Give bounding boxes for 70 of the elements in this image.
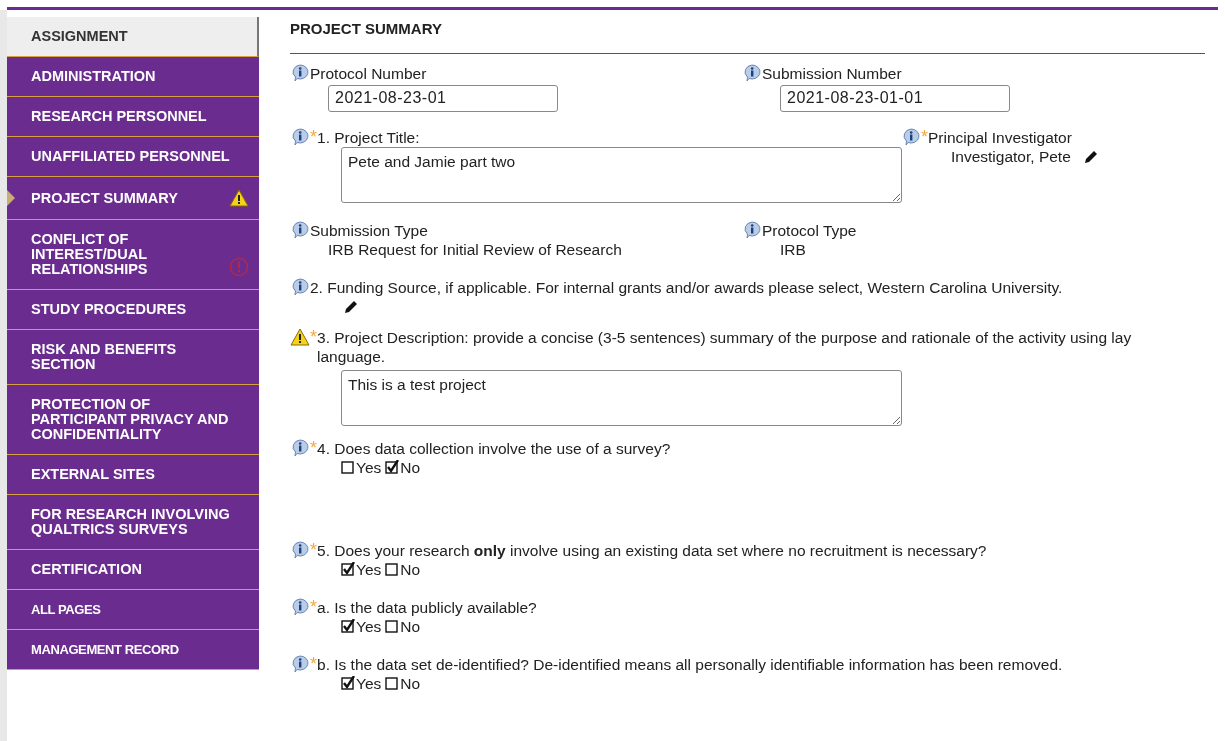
option-label[interactable]: No [400,616,421,636]
sidebar-item[interactable]: RESEARCH PERSONNEL [7,97,259,137]
info-icon[interactable] [290,438,310,457]
checkbox[interactable] [385,460,400,474]
required-marker: * [921,127,928,146]
checkbox[interactable] [341,619,355,633]
info-icon[interactable] [290,654,310,673]
info-icon[interactable] [742,63,762,82]
info-icon[interactable] [290,127,310,146]
field-label: Protocol Type [762,220,857,240]
section-title: PROJECT SUMMARY [290,18,1205,54]
required-marker: * [310,327,317,346]
sidebar-item[interactable]: EXTERNAL SITES [7,455,259,495]
sidebar-item[interactable]: PROTECTION OF PARTICIPANT PRIVACY AND CONFIDENTIALITY [7,385,259,455]
sidebar-item[interactable]: ADMINISTRATION [7,57,259,97]
field-label: Submission Number [762,63,902,83]
number-field[interactable]: 2021-08-23-01-01 [780,84,1010,112]
info-icon[interactable] [901,127,921,146]
sidebar-item[interactable]: CONFLICT OF INTEREST/DUAL RELATIONSHIPS [7,220,259,290]
option-label[interactable]: No [400,559,421,579]
number-field[interactable]: 2021-08-23-01 [328,84,558,112]
info-icon[interactable] [290,597,310,616]
field-label: Submission Type [310,220,428,240]
checkbox[interactable] [385,676,400,690]
question-label: 3. Project Description: provide a concise (3-5 sentences) summary of the purpose and rationale of the activity using lay language. [317,327,1133,366]
pencil-icon[interactable] [1082,148,1099,165]
pencil-icon[interactable] [343,298,359,315]
checkbox[interactable] [385,619,400,633]
question-label: 5. Does your research only involve using an existing data set where no recruitment is necessary? [317,540,987,560]
sidebar-item[interactable]: STUDY PROCEDURES [7,290,259,330]
info-icon[interactable] [290,277,310,296]
info-icon[interactable] [742,220,762,239]
sidebar-item[interactable]: ALL PAGES [7,590,259,630]
field-label: Protocol Number [310,63,427,83]
required-marker: * [310,540,317,559]
field-value: IRB [779,239,807,259]
sidebar-item[interactable]: PROJECT SUMMARY [7,177,259,220]
option-label[interactable]: Yes [356,457,382,477]
title-field[interactable]: Pete and Jamie part two [341,146,902,203]
question-label: 4. Does data collection involve the use of a survey? [317,438,671,458]
sidebar-item[interactable]: ASSIGNMENT [7,17,259,57]
info-icon[interactable] [290,540,310,559]
option-label[interactable]: Yes [356,559,382,579]
info-icon[interactable] [290,220,310,239]
sidebar-item[interactable]: MANAGEMENT RECORD [7,630,259,670]
sidebar-item[interactable]: CERTIFICATION [7,550,259,590]
description-field[interactable]: This is a test project [341,369,902,426]
checkbox[interactable] [341,460,355,474]
info-icon[interactable] [290,63,310,82]
required-marker: * [310,438,317,457]
checkbox[interactable] [341,562,355,576]
sidebar-item[interactable]: RISK AND BENEFITS SECTION [7,330,259,385]
checkbox[interactable] [341,676,355,690]
field-label: Principal Investigator [928,127,1072,147]
investigator-name: Investigator, Pete [951,146,1071,167]
checkbox[interactable] [385,562,400,576]
option-label[interactable]: No [400,457,421,477]
sidebar-item[interactable]: FOR RESEARCH INVOLVING QUALTRICS SURVEYS [7,495,259,550]
question-label: 2. Funding Source, if applicable. For internal grants and/or awards please select, Western Carolina University. [310,277,1063,297]
option-label[interactable]: No [400,673,421,693]
required-marker: * [310,654,317,673]
question-label: a. Is the data publicly available? [317,597,537,617]
question-label: b. Is the data set de-identified? De-identified means all personally identifiable information has been removed. [317,654,1063,674]
sidebar-item[interactable]: UNAFFILIATED PERSONNEL [7,137,259,177]
field-value: IRB Request for Initial Review of Research [327,239,623,259]
option-label[interactable]: Yes [356,616,382,636]
option-label[interactable]: Yes [356,673,382,693]
question-label: 1. Project Title: [317,127,420,147]
required-marker: * [310,127,317,146]
required-marker: * [310,597,317,616]
